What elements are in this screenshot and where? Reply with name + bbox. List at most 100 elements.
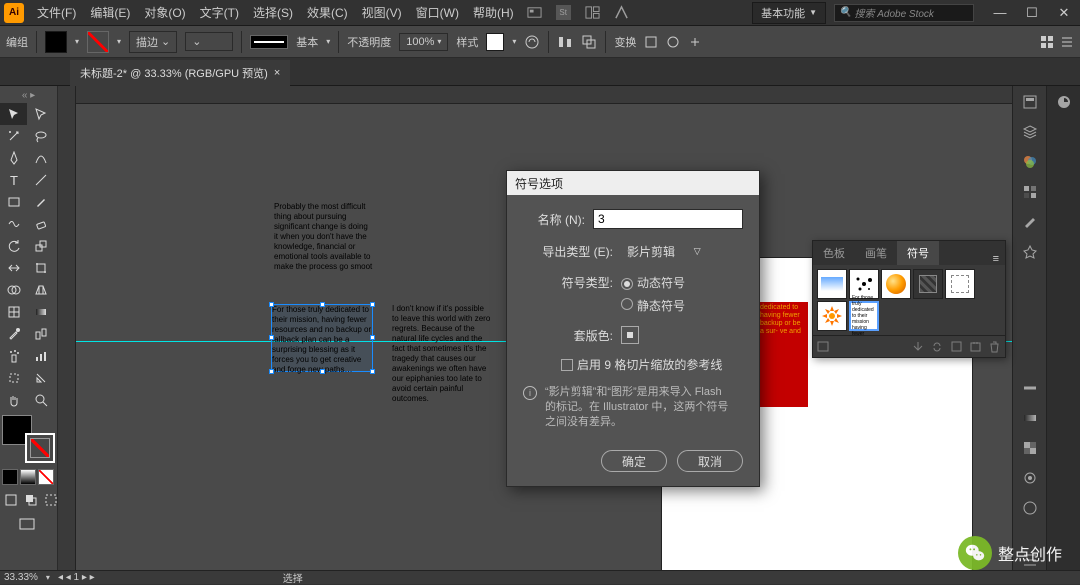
line-tool[interactable] xyxy=(27,169,54,191)
panel-tab-symbols[interactable]: 符号 xyxy=(897,241,939,265)
pen-tool[interactable] xyxy=(0,147,27,169)
transparency-panel-icon[interactable] xyxy=(1020,438,1040,458)
export-type-select[interactable]: 影片剪辑 ▽ xyxy=(621,241,707,262)
hand-tool[interactable] xyxy=(0,389,27,411)
symbol-sprayer-tool[interactable] xyxy=(0,345,27,367)
stroke-swatch[interactable] xyxy=(87,31,109,53)
column-graph-tool[interactable] xyxy=(27,345,54,367)
nine-slice-checkbox[interactable] xyxy=(561,359,573,371)
stroke-width-input[interactable]: ⌄ xyxy=(185,32,233,51)
symbol-thumb[interactable] xyxy=(817,301,847,331)
graphic-styles-panel-icon[interactable] xyxy=(1020,498,1040,518)
menu-edit[interactable]: 编辑(E) xyxy=(83,0,137,26)
bridge-icon[interactable] xyxy=(527,5,542,20)
stroke-color-icon[interactable] xyxy=(25,433,55,463)
symbol-thumb-selected[interactable]: For those truly dedicated to their missi… xyxy=(849,301,879,331)
screen-mode-button[interactable] xyxy=(0,513,54,535)
menu-effect[interactable]: 效果(C) xyxy=(300,0,355,26)
stock-icon[interactable]: St xyxy=(556,5,571,20)
symbol-options-icon[interactable] xyxy=(950,340,963,353)
gradient-fill-icon[interactable] xyxy=(20,469,36,485)
type-tool[interactable]: T xyxy=(0,169,27,191)
break-link-icon[interactable] xyxy=(931,340,944,353)
menu-help[interactable]: 帮助(H) xyxy=(466,0,521,26)
symbol-name-input[interactable] xyxy=(593,209,743,229)
fill-swatch[interactable] xyxy=(45,31,67,53)
recolor-icon[interactable] xyxy=(524,34,540,50)
arrange-hv-icon[interactable] xyxy=(688,35,702,49)
curvature-tool[interactable] xyxy=(27,147,54,169)
shape-mode-icon[interactable] xyxy=(581,34,597,50)
new-symbol-icon[interactable] xyxy=(969,340,982,353)
menu-window[interactable]: 窗口(W) xyxy=(409,0,466,26)
isolate-icon[interactable] xyxy=(666,35,680,49)
properties-panel-icon[interactable] xyxy=(1020,92,1040,112)
menu-object[interactable]: 对象(O) xyxy=(137,0,192,26)
shaper-tool[interactable] xyxy=(0,213,27,235)
zoom-level[interactable]: 33.33% xyxy=(4,572,38,583)
lasso-tool[interactable] xyxy=(27,125,54,147)
window-maximize[interactable]: ☐ xyxy=(1020,4,1044,22)
menu-select[interactable]: 选择(S) xyxy=(246,0,300,26)
eraser-tool[interactable] xyxy=(27,213,54,235)
direct-selection-tool[interactable] xyxy=(27,103,54,125)
symbol-thumb[interactable] xyxy=(945,269,975,299)
perspective-tool[interactable] xyxy=(27,279,54,301)
panel-grid-icon[interactable] xyxy=(1040,35,1054,49)
symbol-thumb[interactable] xyxy=(881,269,911,299)
color-fill-icon[interactable] xyxy=(2,469,18,485)
menu-file[interactable]: 文件(F) xyxy=(30,0,83,26)
align-icon[interactable] xyxy=(557,34,573,50)
style-swatch[interactable] xyxy=(486,33,504,51)
rectangle-tool[interactable] xyxy=(0,191,27,213)
stroke-weight-dropdown[interactable]: 描边 ⌄ xyxy=(129,31,177,53)
libraries-panel-icon[interactable] xyxy=(1054,92,1074,112)
tab-close-icon[interactable]: × xyxy=(274,67,280,79)
color-panel-icon[interactable] xyxy=(1020,152,1040,172)
free-transform-tool[interactable] xyxy=(27,257,54,279)
symbols-panel[interactable]: 色板 画笔 符号 ≡ For those truly dedicated to … xyxy=(812,240,1006,358)
workspace-switcher[interactable]: 基本功能▼ xyxy=(752,2,826,24)
width-tool[interactable] xyxy=(0,257,27,279)
shape-builder-tool[interactable] xyxy=(0,279,27,301)
transform-icon[interactable] xyxy=(644,35,658,49)
brushes-panel-icon[interactable] xyxy=(1020,212,1040,232)
canvas-red-block[interactable]: dedicated to having fewer backup or be a… xyxy=(758,302,808,407)
canvas-text-block-3[interactable]: I don't know if it's possible to leave t… xyxy=(392,304,492,404)
selection-tool[interactable] xyxy=(0,103,27,125)
artboard-tool[interactable] xyxy=(0,367,27,389)
stroke-panel-icon[interactable] xyxy=(1020,378,1040,398)
eyedropper-tool[interactable] xyxy=(0,323,27,345)
gradient-panel-icon[interactable] xyxy=(1020,408,1040,428)
window-close[interactable]: ✕ xyxy=(1052,4,1076,22)
radio-dynamic-symbol[interactable] xyxy=(621,278,633,290)
window-minimize[interactable]: — xyxy=(988,4,1012,22)
symbol-thumb[interactable] xyxy=(913,269,943,299)
panel-menu-icon[interactable] xyxy=(1060,35,1074,49)
place-symbol-icon[interactable] xyxy=(912,340,925,353)
gradient-tool[interactable] xyxy=(27,301,54,323)
panel-tab-swatches[interactable]: 色板 xyxy=(813,241,855,265)
ok-button[interactable]: 确定 xyxy=(601,450,667,472)
appearance-panel-icon[interactable] xyxy=(1020,468,1040,488)
registration-grid-icon[interactable] xyxy=(621,326,639,344)
none-fill-icon[interactable] xyxy=(38,469,54,485)
swatches-panel-icon[interactable] xyxy=(1020,182,1040,202)
panel-menu-icon[interactable]: ≡ xyxy=(987,253,1005,265)
symbol-library-icon[interactable] xyxy=(817,340,830,353)
draw-behind-icon[interactable] xyxy=(22,491,40,509)
symbols-panel-icon[interactable] xyxy=(1020,242,1040,262)
fill-stroke-control[interactable] xyxy=(2,415,55,463)
arrange-icon[interactable] xyxy=(585,5,600,20)
gpu-icon[interactable] xyxy=(614,5,629,20)
symbol-thumb[interactable] xyxy=(817,269,847,299)
zoom-tool[interactable] xyxy=(27,389,54,411)
menu-view[interactable]: 视图(V) xyxy=(355,0,409,26)
menu-type[interactable]: 文字(T) xyxy=(193,0,246,26)
canvas-text-block-2-selected[interactable]: For those truly dedicated to their missi… xyxy=(271,304,373,372)
canvas-text-block-1[interactable]: Probably the most difficult thing about … xyxy=(274,202,374,272)
scale-tool[interactable] xyxy=(27,235,54,257)
stock-search-input[interactable]: 🔍搜索 Adobe Stock xyxy=(834,4,974,22)
toolbox-collapse[interactable]: « ▸ xyxy=(0,88,57,103)
stroke-profile[interactable] xyxy=(250,35,288,49)
